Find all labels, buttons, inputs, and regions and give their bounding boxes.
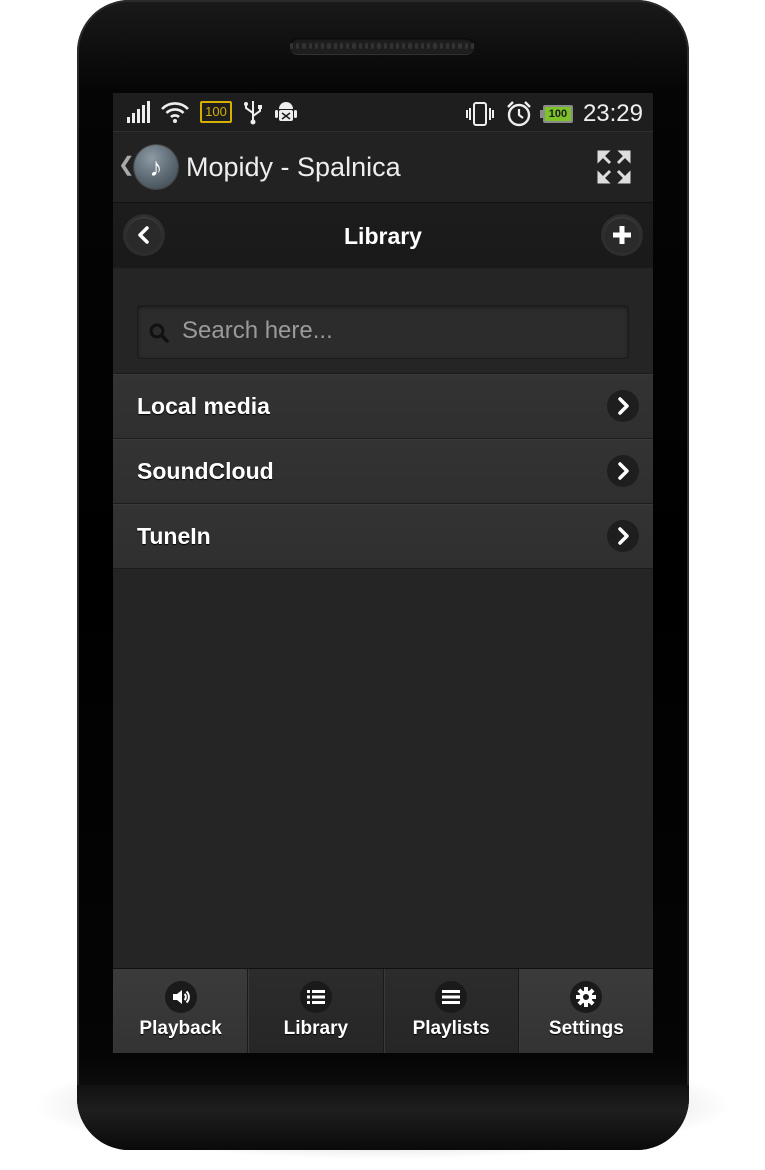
- vibrate-icon: [465, 102, 495, 126]
- list-item-label: Local media: [137, 393, 270, 419]
- tab-label: Library: [283, 1018, 349, 1039]
- chevron-right-icon[interactable]: [607, 390, 639, 422]
- list-icon: [299, 981, 332, 1013]
- android-debug-icon: [274, 100, 298, 124]
- search-box[interactable]: [137, 305, 629, 359]
- tab-label: Playlists: [412, 1018, 490, 1039]
- search-input[interactable]: [182, 306, 622, 356]
- chevron-right-icon[interactable]: [607, 520, 639, 552]
- alarm-icon: [505, 101, 533, 127]
- page-title: Library: [344, 223, 422, 249]
- speaker-icon: [164, 981, 197, 1013]
- battery-icon: 100: [539, 105, 573, 123]
- music-note-icon[interactable]: ♪: [134, 145, 178, 189]
- wifi-icon: [160, 100, 190, 124]
- chevron-right-icon[interactable]: [607, 455, 639, 487]
- bottom-tab-bar: Playback Library Playlists Settings: [113, 968, 653, 1053]
- chevron-left-icon[interactable]: ❮: [118, 152, 135, 177]
- search-area: [113, 269, 653, 374]
- usb-icon: [242, 100, 264, 125]
- status-clock: 23:29: [582, 100, 643, 127]
- list-item-label: SoundCloud: [137, 458, 274, 484]
- battery-icon: 100: [200, 101, 232, 123]
- list-item-tunein[interactable]: TuneIn: [113, 504, 653, 569]
- earpiece-speaker: [289, 38, 475, 54]
- tab-label: Playback: [139, 1018, 222, 1039]
- bars-icon: [435, 981, 468, 1013]
- signal-icon: [127, 101, 150, 123]
- app-title: Mopidy - Spalnica: [186, 152, 401, 182]
- list-item-local-media[interactable]: Local media: [113, 374, 653, 439]
- page-header: Library: [113, 203, 653, 269]
- status-bar: 100 100 23:29: [113, 93, 653, 132]
- app-action-bar: ❮ ♪ Mopidy - Spalnica: [113, 132, 653, 203]
- tab-playlists[interactable]: Playlists: [383, 969, 519, 1053]
- fullscreen-icon[interactable]: [597, 150, 631, 184]
- phone-chin: [77, 1085, 689, 1150]
- gear-icon: [570, 981, 603, 1013]
- tab-library[interactable]: Library: [248, 969, 384, 1053]
- tab-playback[interactable]: Playback: [113, 969, 249, 1053]
- list-item-label: TuneIn: [137, 523, 211, 549]
- tab-label: Settings: [548, 1018, 624, 1039]
- list-item-soundcloud[interactable]: SoundCloud: [113, 439, 653, 504]
- add-button[interactable]: [604, 217, 640, 253]
- library-list: Local media SoundCloud TuneIn: [113, 374, 653, 569]
- device-screen: 100 100 23:29 ❮ ♪ Mopidy - Spalnica Libr…: [113, 93, 653, 1053]
- tab-settings[interactable]: Settings: [518, 969, 653, 1053]
- search-icon: [149, 323, 169, 343]
- plus-icon: [613, 226, 631, 244]
